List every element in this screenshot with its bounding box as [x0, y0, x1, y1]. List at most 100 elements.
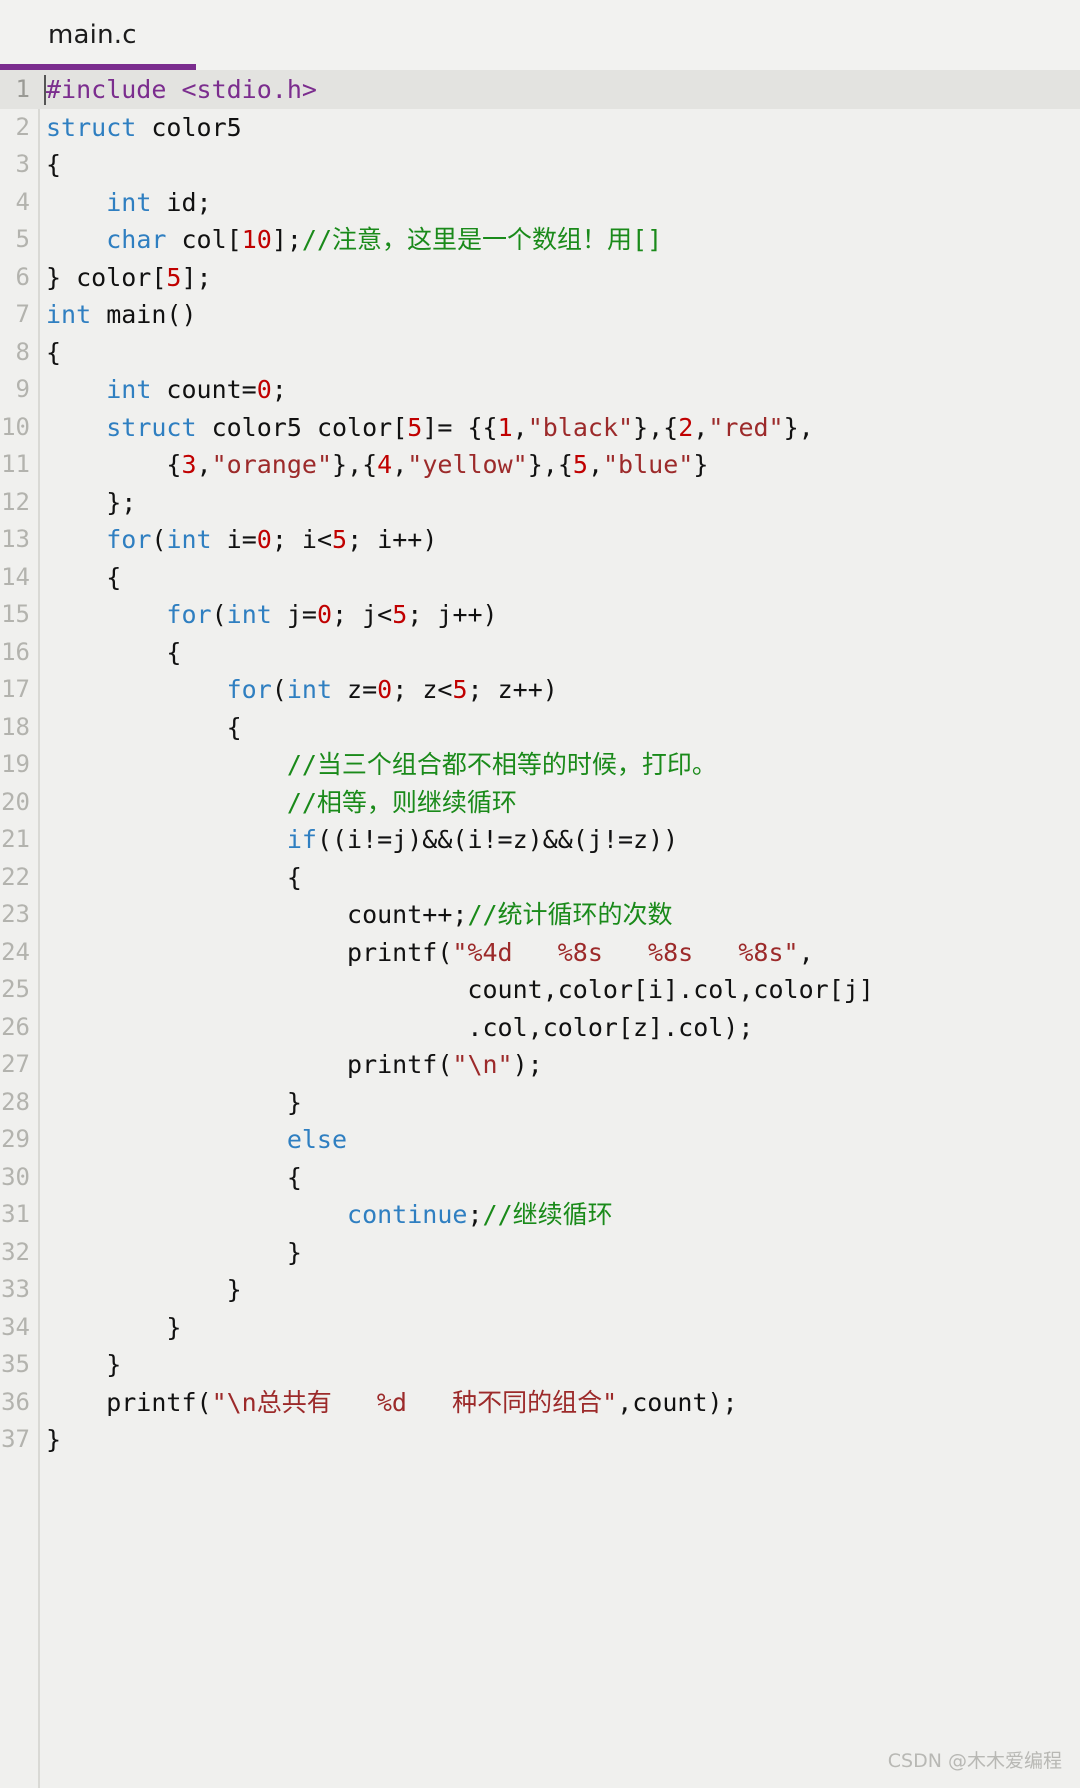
code-line[interactable]: 17 for(int z=0; z<5; z++) — [0, 671, 1080, 709]
line-number: 11 — [1, 450, 30, 478]
line-number: 23 — [1, 900, 30, 928]
token-num: 5 — [332, 525, 348, 554]
line-number: 2 — [15, 112, 30, 141]
code-line[interactable]: 13 for(int i=0; i<5; i++) — [0, 521, 1080, 559]
token-pl: , — [512, 412, 528, 442]
line-number: 20 — [1, 787, 30, 816]
code-line[interactable]: 35 } — [0, 1346, 1080, 1384]
token-pl: { — [46, 862, 302, 892]
line-number: 17 — [1, 675, 30, 703]
code-line[interactable]: 30 { — [0, 1159, 1080, 1197]
code-line[interactable]: 34 } — [0, 1309, 1080, 1347]
code-line[interactable]: 29 else — [0, 1121, 1080, 1159]
token-pl: } — [46, 1425, 62, 1454]
code-line-text: } — [46, 1309, 181, 1347]
code-line[interactable]: 12 }; — [0, 484, 1080, 522]
token-pl: },{ — [527, 450, 573, 479]
token-cmt: //统计循环的次数 — [467, 900, 673, 929]
code-line[interactable]: 36 printf("\n总共有 %d 种不同的组合",count); — [0, 1384, 1080, 1422]
code-line-text: //相等，则继续循环 — [46, 784, 517, 822]
code-line[interactable]: 26 .col,color[z].col); — [0, 1009, 1080, 1047]
code-line[interactable]: 7 int main() — [0, 296, 1080, 334]
code-line-text: //当三个组合都不相等的时候，打印。 — [46, 746, 717, 784]
code-line[interactable]: 10 struct color5 color[5]= {{1,"black"},… — [0, 409, 1080, 447]
code-line[interactable]: 8{ — [0, 334, 1080, 372]
token-num: 5 — [452, 675, 468, 704]
code-line-text: } — [46, 1421, 61, 1459]
code-line-text: {3,"orange"},{4,"yellow"},{5,"blue"} — [46, 446, 708, 484]
token-pl: count++; — [46, 900, 468, 929]
token-pl: ,count); — [617, 1387, 738, 1417]
code-line[interactable]: 24 printf("%4d %8s %8s %8s", — [0, 934, 1080, 972]
code-line[interactable]: 15 for(int j=0; j<5; j++) — [0, 596, 1080, 634]
line-number: 6 — [15, 262, 30, 291]
code-line-text: .col,color[z].col); — [46, 1009, 753, 1047]
code-line[interactable]: 16 { — [0, 634, 1080, 672]
token-pl: count,color[i].col,color[j] — [46, 975, 874, 1004]
token-pl: { — [46, 712, 242, 742]
token-pl: ]= {{ — [422, 412, 498, 442]
token-pl: } — [46, 1237, 302, 1267]
code-line-text: } color[5]; — [46, 259, 212, 297]
token-str: "red" — [708, 412, 784, 442]
code-line[interactable]: 37} — [0, 1421, 1080, 1459]
token-cmt: //当三个组合都不相等的时候，打印。 — [286, 750, 717, 779]
token-pl: } — [693, 450, 709, 479]
code-line[interactable]: 5 char col[10];//注意，这里是一个数组！用[] — [0, 221, 1080, 259]
token-pl: main() — [91, 300, 197, 329]
code-line-text: struct color5 — [46, 109, 242, 147]
line-number: 15 — [1, 600, 30, 628]
line-number: 30 — [1, 1162, 30, 1191]
tab-main-c[interactable]: main.c — [0, 0, 196, 70]
code-line[interactable]: 23 count++;//统计循环的次数 — [0, 896, 1080, 934]
code-line[interactable]: 27 printf("\n"); — [0, 1046, 1080, 1084]
token-pl: ]; — [271, 225, 302, 254]
line-number: 26 — [1, 1012, 30, 1041]
code-line[interactable]: 25 count,color[i].col,color[j] — [0, 971, 1080, 1009]
token-num: 5 — [572, 450, 588, 479]
code-line[interactable]: 11 {3,"orange"},{4,"yellow"},{5,"blue"} — [0, 446, 1080, 484]
token-pl: ; i< — [271, 525, 333, 554]
token-str: "black" — [527, 412, 634, 442]
code-line[interactable]: 31 continue;//继续循环 — [0, 1196, 1080, 1234]
code-line[interactable]: 22 { — [0, 859, 1080, 897]
code-line[interactable]: 6 } color[5]; — [0, 259, 1080, 297]
code-line-text: int id; — [46, 184, 211, 222]
line-number: 33 — [1, 1275, 30, 1303]
token-kw: if — [286, 825, 317, 854]
code-line-text: { — [46, 634, 181, 672]
editor-body[interactable]: 1 #include <stdio.h> 2 struct color5 3{4 int… — [0, 71, 1080, 1788]
token-pl: },{ — [633, 412, 679, 442]
code-line-text: count,color[i].col,color[j] — [46, 971, 874, 1009]
code-line[interactable]: 14 { — [0, 559, 1080, 597]
code-line[interactable]: 28 } — [0, 1084, 1080, 1122]
watermark: CSDN @木木爱编程 — [887, 1750, 1062, 1772]
code-line[interactable]: 33 } — [0, 1271, 1080, 1309]
code-line[interactable]: 9 int count=0; — [0, 371, 1080, 409]
code-line[interactable]: 3{ — [0, 146, 1080, 184]
code-line-text: if((i!=j)&&(i!=z)&&(j!=z)) — [46, 821, 678, 859]
code-line[interactable]: 18 { — [0, 709, 1080, 747]
code-line[interactable]: 21 if((i!=j)&&(i!=z)&&(j!=z)) — [0, 821, 1080, 859]
code-line[interactable]: 4 int id; — [0, 184, 1080, 222]
code-line[interactable]: 32 } — [0, 1234, 1080, 1272]
code-line-text: count++;//统计循环的次数 — [46, 896, 673, 934]
token-pl: ( — [271, 675, 287, 704]
token-pl: { — [46, 150, 62, 179]
code-line[interactable]: 20 //相等，则继续循环 — [0, 784, 1080, 822]
line-number: 3 — [15, 150, 30, 178]
code-line[interactable]: 19 //当三个组合都不相等的时候，打印。 — [0, 746, 1080, 784]
token-pl: } — [46, 1275, 242, 1304]
token-pl: }; — [46, 487, 137, 517]
code-content[interactable]: 1 #include <stdio.h> 2 struct color5 3{4 int… — [0, 71, 1080, 1788]
code-line[interactable]: 1 #include <stdio.h> — [0, 71, 1080, 109]
code-line[interactable]: 2 struct color5 — [0, 109, 1080, 147]
token-kw: int — [106, 375, 152, 404]
